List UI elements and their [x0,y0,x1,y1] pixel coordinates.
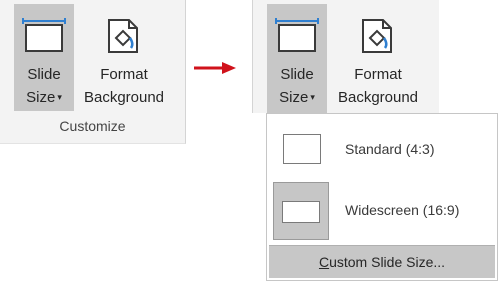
slide-size-dropdown: Standard (4:3) Widescreen (16:9) Custom … [266,113,498,281]
format-background-icon [108,19,138,53]
format-background-label-line1: Format [100,66,148,83]
custom-slide-size-mnemonic: C [318,254,330,270]
widescreen-slide-icon [282,201,320,223]
menu-item-widescreen-label: Widescreen (16:9) [345,202,460,218]
group-label-customize: Customize [59,118,126,134]
menu-item-standard-label: Standard (4:3) [345,141,435,157]
format-background-button[interactable]: Format Background [329,4,427,111]
slide-size-label-line2: Size ▾ [26,89,62,106]
format-background-label-line1: Format [354,66,402,83]
format-background-button[interactable]: Format Background [76,4,172,111]
ribbon-customize-group: Slide Size ▾ Format Background Customize [0,0,186,144]
slide-size-button[interactable]: Slide Size ▾ [14,4,74,111]
slide-size-label-line1: Slide [280,66,314,83]
format-background-label-line2: Background [337,89,419,106]
right-arrow-icon [194,62,236,74]
standard-thumbnail-frame [273,122,329,178]
slide-size-label-line1: Slide [27,66,61,83]
menu-item-standard[interactable]: Standard (4:3) [267,122,497,178]
menu-item-widescreen[interactable]: Widescreen (16:9) [267,182,497,240]
chevron-down-icon: ▾ [310,92,315,102]
slide-size-button[interactable]: Slide Size ▾ [267,4,327,113]
widescreen-thumbnail-frame-selected [273,182,329,240]
custom-slide-size-button[interactable]: Custom Slide Size... [269,245,495,278]
format-background-label-line2: Background [83,89,165,106]
chevron-down-icon: ▾ [57,92,62,102]
format-background-icon [362,19,392,53]
ribbon-customize-group-open: Slide Size ▾ Format Background [252,0,439,113]
custom-slide-size-label: ustom Slide Size... [329,254,446,270]
slide-size-icon [22,18,66,52]
slide-size-label-line2: Size ▾ [279,89,315,106]
slide-size-icon [275,18,319,52]
standard-slide-icon [283,134,321,164]
